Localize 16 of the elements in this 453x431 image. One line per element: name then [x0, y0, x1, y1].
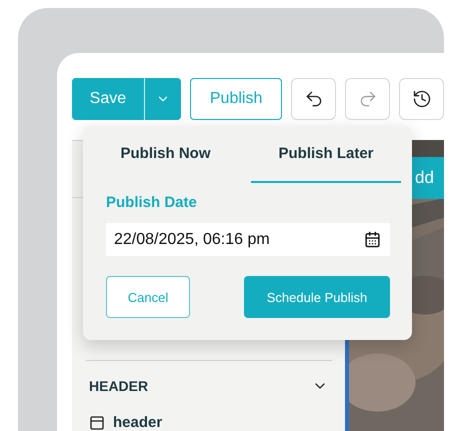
publish-button[interactable]: Publish — [190, 78, 282, 120]
undo-button[interactable] — [291, 78, 336, 120]
section-icon — [89, 414, 105, 430]
calendar-icon[interactable] — [364, 231, 381, 248]
save-button[interactable]: Save — [72, 78, 145, 120]
schedule-publish-button[interactable]: Schedule Publish — [244, 276, 390, 318]
history-icon — [412, 89, 432, 109]
undo-icon — [304, 89, 324, 109]
date-field[interactable]: 22/08/2025, 06:16 pm — [106, 223, 390, 256]
publish-tab[interactable]: Publish Later — [251, 126, 401, 183]
section-title: HEADER — [89, 378, 148, 394]
field-label: Publish Date — [106, 194, 198, 211]
history-button[interactable] — [399, 78, 444, 120]
layer-item[interactable]: header — [86, 394, 332, 431]
cancel-button[interactable]: Cancel — [106, 276, 190, 318]
publish-tab[interactable]: Publish Now — [83, 126, 251, 183]
